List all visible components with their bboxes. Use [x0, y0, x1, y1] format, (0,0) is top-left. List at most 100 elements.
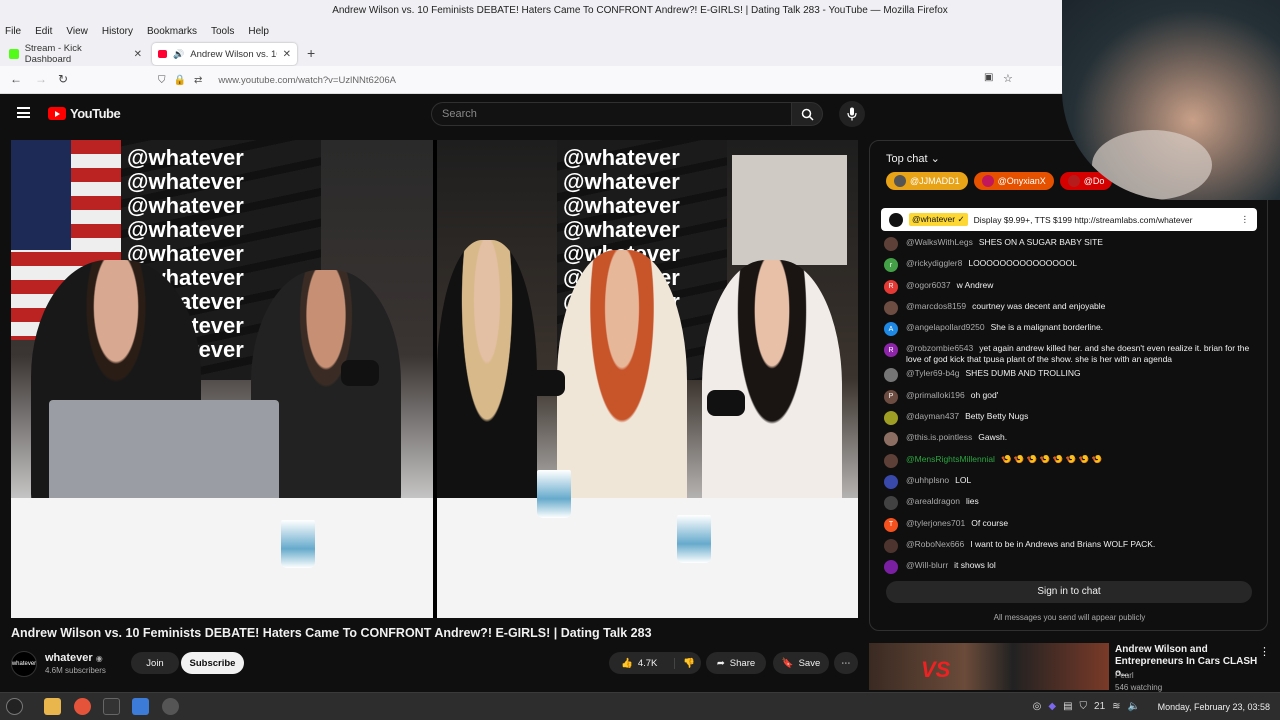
- chat-author[interactable]: @this.is.pointless: [906, 432, 972, 442]
- chat-author[interactable]: @arealdragon: [906, 496, 960, 506]
- avatar[interactable]: [884, 496, 898, 511]
- menu-help[interactable]: Help: [248, 26, 269, 37]
- avatar[interactable]: [884, 411, 898, 426]
- new-tab-button[interactable]: +: [307, 45, 315, 61]
- avatar[interactable]: r: [884, 258, 898, 273]
- more-actions-button[interactable]: ⋯: [834, 652, 858, 674]
- pinned-message[interactable]: @whatever ✓ Display $9.99+, TTS $199 htt…: [881, 208, 1257, 231]
- chat-message[interactable]: @Tyler69-b4g SHES DUMB AND TROLLING: [884, 365, 1254, 386]
- menu-tools[interactable]: Tools: [211, 26, 234, 37]
- obs-icon[interactable]: [162, 698, 179, 715]
- avatar[interactable]: [884, 453, 898, 468]
- chat-message[interactable]: T @tylerjones701 Of course: [884, 515, 1254, 536]
- chat-message[interactable]: @this.is.pointless Gawsh.: [884, 429, 1254, 450]
- shield-icon[interactable]: ⛉: [158, 75, 166, 86]
- reader-view-icon[interactable]: ▣: [984, 72, 993, 83]
- avatar[interactable]: [884, 538, 898, 553]
- avatar[interactable]: R: [884, 279, 898, 294]
- more-vert-icon[interactable]: ⋮: [1241, 214, 1250, 225]
- avatar[interactable]: [884, 237, 898, 251]
- terminal-icon[interactable]: [103, 698, 120, 715]
- avatar[interactable]: [884, 432, 898, 447]
- youtube-logo[interactable]: YouTube: [48, 106, 121, 121]
- video-player[interactable]: @whatever @whatever @whatever @whatever @wha…: [11, 140, 858, 618]
- chat-message[interactable]: @WalksWithLegs SHES ON A SUGAR BABY SITE: [884, 234, 1254, 255]
- chat-author[interactable]: @RoboNex666: [906, 539, 964, 549]
- bookmark-star-icon[interactable]: ☆: [1003, 72, 1013, 85]
- share-button[interactable]: ➦ Share: [706, 652, 766, 674]
- chat-message[interactable]: @RoboNex666 I want to be in Andrews and B…: [884, 536, 1254, 557]
- menu-view[interactable]: View: [66, 26, 88, 37]
- forward-arrow-icon[interactable]: →: [35, 72, 47, 86]
- chat-author[interactable]: @MensRightsMillennial: [906, 454, 995, 464]
- chat-message[interactable]: @arealdragon lies: [884, 493, 1254, 514]
- save-button[interactable]: 🔖 Save: [773, 652, 829, 674]
- menu-file[interactable]: File: [5, 26, 21, 37]
- chat-message[interactable]: @uhhplsno LOL: [884, 472, 1254, 493]
- chat-author[interactable]: @robzombie6543: [906, 343, 973, 353]
- ticker-item[interactable]: @JJMADD1: [886, 172, 968, 190]
- network-icon[interactable]: ◎: [1033, 701, 1042, 712]
- clock[interactable]: Monday, February 23, 03:58: [1158, 702, 1270, 712]
- volume-icon[interactable]: 🔈: [1128, 701, 1140, 712]
- search-button[interactable]: [791, 102, 823, 126]
- chat-author[interactable]: @WalksWithLegs: [906, 237, 973, 247]
- chat-author[interactable]: @rickydiggler8: [906, 258, 962, 268]
- discord-icon[interactable]: ◆: [1048, 701, 1056, 712]
- recommended-video[interactable]: VS Andrew Wilson and Entrepreneurs In Ca…: [869, 643, 1280, 692]
- menu-hamburger-icon[interactable]: [17, 107, 30, 118]
- chat-mode-dropdown[interactable]: Top chat ⌄: [886, 152, 940, 165]
- sign-in-chat-button[interactable]: Sign in to chat: [886, 581, 1252, 603]
- avatar[interactable]: R: [884, 343, 898, 358]
- tab-close-icon[interactable]: ✕: [283, 49, 291, 60]
- back-arrow-icon[interactable]: ←: [10, 72, 22, 86]
- chat-author[interactable]: @Will-blurr: [906, 560, 948, 570]
- avatar[interactable]: [884, 368, 898, 383]
- chat-message[interactable]: R @ogor6037 w Andrew: [884, 277, 1254, 298]
- lock-icon[interactable]: 🔒: [174, 75, 186, 86]
- join-button[interactable]: Join: [131, 652, 179, 674]
- avatar[interactable]: T: [884, 517, 898, 532]
- wifi-icon[interactable]: ≋: [1112, 701, 1120, 712]
- avatar[interactable]: P: [884, 389, 898, 404]
- channel-name[interactable]: whatever ◉: [45, 652, 103, 664]
- chat-author[interactable]: @uhhplsno: [906, 475, 949, 485]
- chat-author[interactable]: @primalloki196: [906, 390, 965, 400]
- subscribe-button[interactable]: Subscribe: [181, 652, 244, 674]
- app-icon[interactable]: [132, 698, 149, 715]
- voice-search-button[interactable]: [839, 101, 865, 127]
- avatar[interactable]: [884, 300, 898, 315]
- tab-youtube-video[interactable]: 🔊 Andrew Wilson vs. 10 Fe ✕: [152, 43, 297, 65]
- chat-author[interactable]: @angelapollard9250: [906, 322, 985, 332]
- chat-message[interactable]: P @primalloki196 oh god': [884, 387, 1254, 408]
- shield-icon[interactable]: ⛉: [1080, 701, 1088, 712]
- menu-history[interactable]: History: [102, 26, 133, 37]
- chat-message[interactable]: @dayman437 Betty Betty Nugs: [884, 408, 1254, 429]
- permissions-icon[interactable]: ⇄: [194, 75, 202, 86]
- chat-author[interactable]: @marcdos8159: [906, 301, 966, 311]
- recommended-title[interactable]: Andrew Wilson and Entrepreneurs In Cars …: [1115, 644, 1265, 680]
- chat-message[interactable]: @marcdos8159 courtney was decent and enjo…: [884, 298, 1254, 319]
- channel-avatar[interactable]: whatever: [11, 651, 37, 677]
- files-icon[interactable]: [44, 698, 61, 715]
- firefox-icon[interactable]: [74, 698, 91, 715]
- speaker-icon[interactable]: 🔊: [173, 49, 184, 60]
- avatar[interactable]: [884, 474, 898, 489]
- more-vert-icon[interactable]: ⋮: [1259, 645, 1270, 658]
- url-bar[interactable]: ⛉ 🔒 ⇄ www.youtube.com/watch?v=UzlNNt6206…: [150, 69, 1030, 91]
- url-text[interactable]: www.youtube.com/watch?v=UzlNNt6206A: [218, 75, 396, 86]
- chat-author[interactable]: @Tyler69-b4g: [906, 368, 960, 378]
- tab-kick-dashboard[interactable]: Stream - Kick Dashboard ✕: [3, 43, 148, 65]
- chat-message[interactable]: R @robzombie6543 yet again andrew killed h…: [884, 340, 1254, 365]
- avatar[interactable]: [884, 560, 898, 575]
- avatar[interactable]: A: [884, 322, 898, 337]
- chat-message[interactable]: @Will-blurr it shows lol: [884, 557, 1254, 578]
- like-button[interactable]: 👍 4.7K 👎: [609, 652, 701, 674]
- clipboard-icon[interactable]: ▤: [1063, 701, 1072, 712]
- start-menu-icon[interactable]: [6, 698, 23, 715]
- recommended-thumbnail[interactable]: VS: [869, 643, 1109, 690]
- chat-author[interactable]: @ogor6037: [906, 280, 951, 290]
- chat-message[interactable]: @MensRightsMillennial 🍤 🍤 🍤 🍤 🍤 🍤 🍤 🍤: [884, 451, 1254, 472]
- tab-close-icon[interactable]: ✕: [134, 49, 142, 60]
- reload-icon[interactable]: ↻: [58, 72, 68, 86]
